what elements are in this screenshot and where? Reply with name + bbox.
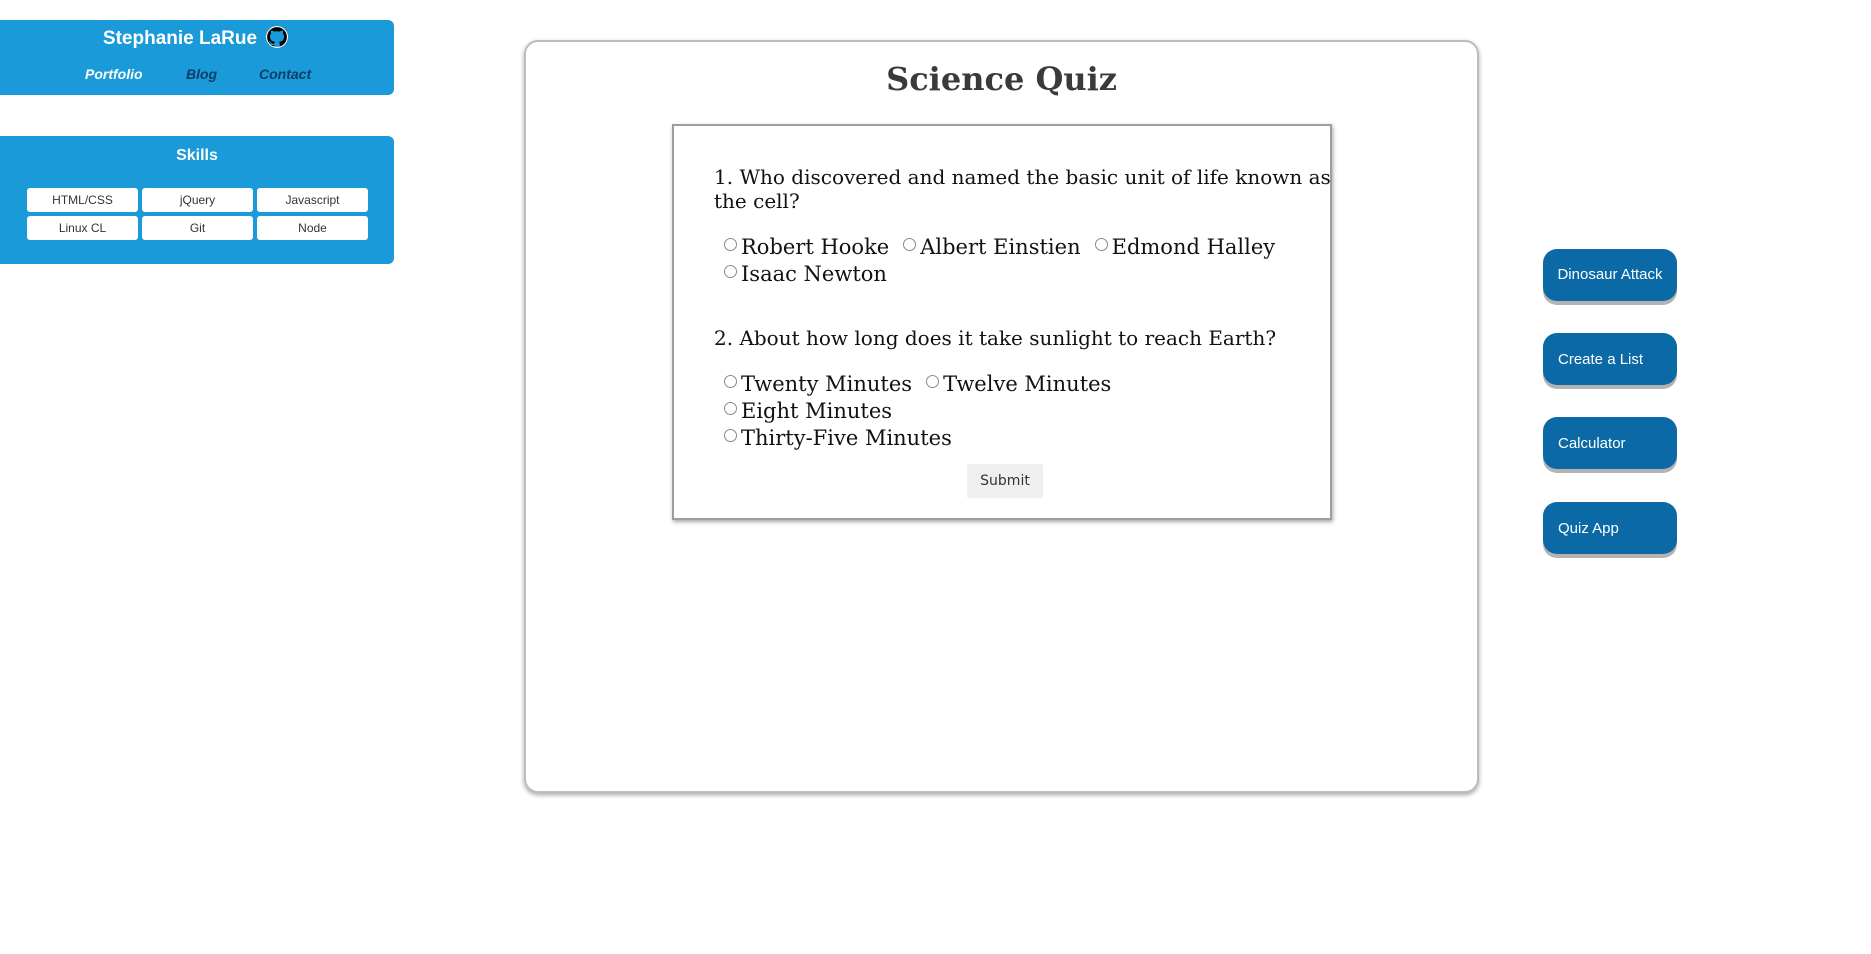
site-name: Stephanie LaRue [102, 28, 258, 49]
radio-button[interactable] [724, 238, 737, 251]
radio-button[interactable] [903, 238, 917, 251]
skill-badge: jQuery [142, 188, 253, 212]
skill-badge: Node [257, 216, 368, 240]
answer-option[interactable]: Edmond Halley [1094, 234, 1276, 261]
option-label: Twelve Minutes [943, 372, 1112, 396]
app-button-dinosaur-attack[interactable]: Dinosaur Attack [1543, 249, 1677, 301]
nav-blog[interactable]: Blog [186, 66, 217, 82]
skills-title: Skills [176, 147, 218, 164]
header-card: Stephanie LaRue Portfolio Blog Contact [0, 20, 394, 95]
option-label: Edmond Halley [1111, 235, 1276, 259]
nav-contact[interactable]: Contact [259, 66, 311, 82]
option-label: Robert Hooke [741, 235, 890, 259]
answer-option[interactable]: Isaac Newton [724, 261, 887, 288]
app-button-calculator[interactable]: Calculator [1543, 417, 1677, 469]
app-button-create-a-list[interactable]: Create a List [1543, 333, 1677, 385]
answer-option[interactable]: Thirty-Five Minutes [724, 425, 952, 452]
radio-button[interactable] [724, 429, 737, 442]
github-icon[interactable] [266, 26, 288, 48]
submit-button[interactable]: Submit [967, 464, 1043, 498]
nav-portfolio[interactable]: Portfolio [85, 66, 143, 82]
skills-grid: HTML/CSS jQuery Javascript Linux CL Git … [27, 188, 368, 240]
page-title: Science Quiz [886, 60, 1117, 98]
answer-option[interactable]: Twenty Minutes [724, 371, 912, 398]
question-1-text: 1. Who discovered and named the basic un… [714, 165, 1331, 213]
question-2-text: 2. About how long does it take sunlight … [714, 326, 1277, 350]
answer-option[interactable]: Twelve Minutes [926, 371, 1111, 398]
answer-option[interactable]: Albert Einstien [903, 234, 1081, 261]
skill-badge: Git [142, 216, 253, 240]
app-button-quiz-app[interactable]: Quiz App [1543, 502, 1677, 554]
skill-badge: Linux CL [27, 216, 138, 240]
radio-button[interactable] [724, 265, 737, 278]
skill-badge: Javascript [257, 188, 368, 212]
option-label: Thirty-Five Minutes [741, 426, 952, 450]
question-2-options: Twenty Minutes Twelve Minutes Eight Minute… [724, 371, 1304, 452]
skill-badge: HTML/CSS [27, 188, 138, 212]
radio-button[interactable] [1094, 238, 1108, 251]
option-label: Isaac Newton [741, 262, 887, 286]
option-label: Eight Minutes [741, 399, 893, 423]
radio-button[interactable] [724, 375, 737, 388]
option-label: Albert Einstien [920, 235, 1081, 259]
radio-button[interactable] [724, 402, 737, 415]
option-label: Twenty Minutes [741, 372, 913, 396]
quiz-panel: Science Quiz 1. Who discovered and named… [524, 40, 1479, 793]
answer-option[interactable]: Eight Minutes [724, 398, 892, 425]
quiz-form: 1. Who discovered and named the basic un… [672, 124, 1332, 520]
question-1-options: Robert Hooke Albert Einstien Edmond Halley… [724, 234, 1304, 288]
answer-option[interactable]: Robert Hooke [724, 234, 889, 261]
radio-button[interactable] [926, 375, 940, 388]
skills-card: Skills HTML/CSS jQuery Javascript Linux … [0, 136, 394, 264]
